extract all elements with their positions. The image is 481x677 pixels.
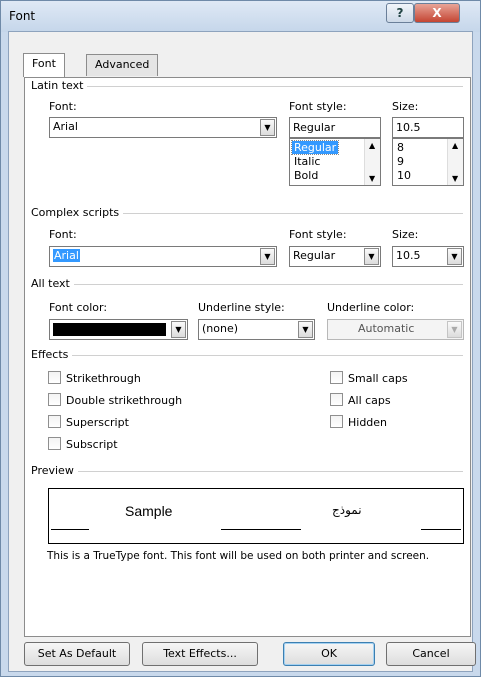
font-color-label: Font color: bbox=[49, 301, 108, 314]
subscript-checkbox[interactable]: Subscript bbox=[48, 437, 118, 451]
subscript-label: Subscript bbox=[66, 438, 118, 451]
all-caps-checkbox[interactable]: All caps bbox=[330, 393, 391, 407]
latin-size-list[interactable]: 8 9 10 ▲ ▼ bbox=[392, 138, 464, 186]
superscript-label: Superscript bbox=[66, 416, 129, 429]
chevron-down-icon[interactable]: ▼ bbox=[447, 321, 462, 338]
font-dialog: Font ? X Font Advanced Latin text Font: … bbox=[0, 0, 481, 677]
checkbox-box[interactable] bbox=[48, 393, 61, 406]
underline-color-label: Underline color: bbox=[327, 301, 415, 314]
latin-font-label: Font: bbox=[49, 100, 77, 113]
checkbox-box[interactable] bbox=[48, 371, 61, 384]
font-color-select[interactable]: ▼ bbox=[49, 319, 188, 340]
strikethrough-label: Strikethrough bbox=[66, 372, 141, 385]
latin-size-input[interactable]: 10.5 bbox=[392, 117, 464, 138]
latin-style-list[interactable]: Regular Italic Bold ▲ ▼ bbox=[289, 138, 381, 186]
latin-style-input[interactable]: Regular bbox=[289, 117, 381, 138]
font-color-swatch bbox=[53, 323, 166, 336]
hidden-checkbox[interactable]: Hidden bbox=[330, 415, 387, 429]
underline-style-select[interactable]: (none) ▼ bbox=[198, 319, 315, 340]
tab-advanced[interactable]: Advanced bbox=[86, 54, 159, 76]
list-item[interactable]: Italic bbox=[292, 155, 322, 168]
underline-style-label: Underline style: bbox=[198, 301, 285, 314]
complex-size-label: Size: bbox=[392, 228, 419, 241]
preview-box: Sample نموذج bbox=[48, 488, 464, 544]
preview-baseline bbox=[421, 529, 461, 530]
effects-section-title: Effects bbox=[31, 348, 73, 361]
checkbox-box[interactable] bbox=[330, 393, 343, 406]
scrollbar[interactable]: ▲ ▼ bbox=[364, 139, 380, 185]
list-item[interactable]: Bold bbox=[292, 169, 320, 182]
list-item[interactable]: 9 bbox=[395, 155, 406, 168]
title-bar: Font ? X bbox=[1, 1, 480, 32]
checkbox-box[interactable] bbox=[330, 371, 343, 384]
preview-baseline bbox=[221, 529, 301, 530]
checkbox-box[interactable] bbox=[48, 437, 61, 450]
chevron-down-icon[interactable]: ▼ bbox=[171, 321, 186, 338]
chevron-down-icon[interactable]: ▼ bbox=[260, 248, 275, 265]
scrollbar[interactable]: ▲ ▼ bbox=[447, 139, 463, 185]
latin-size-label: Size: bbox=[392, 100, 419, 113]
all-caps-label: All caps bbox=[348, 394, 391, 407]
complex-size-select[interactable]: 10.5 ▼ bbox=[392, 246, 464, 267]
complex-style-select[interactable]: Regular ▼ bbox=[289, 246, 381, 267]
tab-font[interactable]: Font bbox=[23, 53, 65, 77]
strikethrough-checkbox[interactable]: Strikethrough bbox=[48, 371, 141, 385]
complex-size-value: 10.5 bbox=[396, 249, 421, 262]
preview-note: This is a TrueType font. This font will … bbox=[47, 550, 430, 562]
complex-font-label: Font: bbox=[49, 228, 77, 241]
complex-font-select[interactable]: Arial ▼ bbox=[49, 246, 277, 267]
small-caps-checkbox[interactable]: Small caps bbox=[330, 371, 408, 385]
complex-font-value: Arial bbox=[53, 249, 80, 262]
double-strikethrough-label: Double strikethrough bbox=[66, 394, 183, 407]
preview-sample-text: Sample bbox=[125, 503, 173, 519]
alltext-separator bbox=[33, 284, 463, 285]
set-as-default-button[interactable]: Set As Default bbox=[24, 642, 130, 666]
double-strikethrough-checkbox[interactable]: Double strikethrough bbox=[48, 393, 182, 407]
text-effects-button[interactable]: Text Effects... bbox=[142, 642, 258, 666]
cancel-button[interactable]: Cancel bbox=[386, 642, 476, 666]
complex-style-value: Regular bbox=[293, 249, 336, 262]
scroll-up-icon[interactable]: ▲ bbox=[369, 141, 375, 150]
latin-font-select[interactable]: Arial ▼ bbox=[49, 117, 277, 138]
chevron-down-icon[interactable]: ▼ bbox=[364, 248, 379, 265]
preview-separator bbox=[33, 471, 463, 472]
underline-color-select[interactable]: Automatic ▼ bbox=[327, 319, 464, 340]
scroll-down-icon[interactable]: ▼ bbox=[452, 174, 458, 183]
scroll-down-icon[interactable]: ▼ bbox=[369, 174, 375, 183]
preview-sample-rtl-text: نموذج bbox=[332, 503, 362, 517]
latin-section-title: Latin text bbox=[31, 79, 88, 92]
complex-style-label: Font style: bbox=[289, 228, 347, 241]
checkbox-box[interactable] bbox=[330, 415, 343, 428]
dialog-body: Font Advanced Latin text Font: Arial ▼ F… bbox=[8, 31, 476, 672]
effects-separator bbox=[33, 355, 463, 356]
latin-style-label: Font style: bbox=[289, 100, 347, 113]
hidden-label: Hidden bbox=[348, 416, 388, 429]
superscript-checkbox[interactable]: Superscript bbox=[48, 415, 129, 429]
chevron-down-icon[interactable]: ▼ bbox=[447, 248, 462, 265]
help-button[interactable]: ? bbox=[386, 3, 414, 23]
underline-color-value: Automatic bbox=[358, 322, 415, 335]
small-caps-label: Small caps bbox=[348, 372, 408, 385]
scroll-up-icon[interactable]: ▲ bbox=[452, 141, 458, 150]
preview-section-title: Preview bbox=[31, 464, 78, 477]
preview-baseline bbox=[51, 529, 89, 530]
complex-section-title: Complex scripts bbox=[31, 206, 124, 219]
list-item[interactable]: 8 bbox=[395, 141, 406, 154]
chevron-down-icon[interactable]: ▼ bbox=[298, 321, 313, 338]
list-item[interactable]: Regular bbox=[290, 140, 340, 155]
latin-separator bbox=[33, 86, 463, 87]
chevron-down-icon[interactable]: ▼ bbox=[260, 119, 275, 136]
latin-font-value: Arial bbox=[53, 120, 78, 133]
underline-style-value: (none) bbox=[202, 322, 239, 335]
ok-button[interactable]: OK bbox=[283, 642, 375, 666]
font-tab-panel: Latin text Font: Arial ▼ Font style: Reg… bbox=[24, 77, 471, 637]
checkbox-box[interactable] bbox=[48, 415, 61, 428]
alltext-section-title: All text bbox=[31, 277, 74, 290]
window-title: Font bbox=[9, 9, 36, 23]
list-item[interactable]: 10 bbox=[395, 169, 413, 182]
close-button[interactable]: X bbox=[414, 3, 460, 23]
